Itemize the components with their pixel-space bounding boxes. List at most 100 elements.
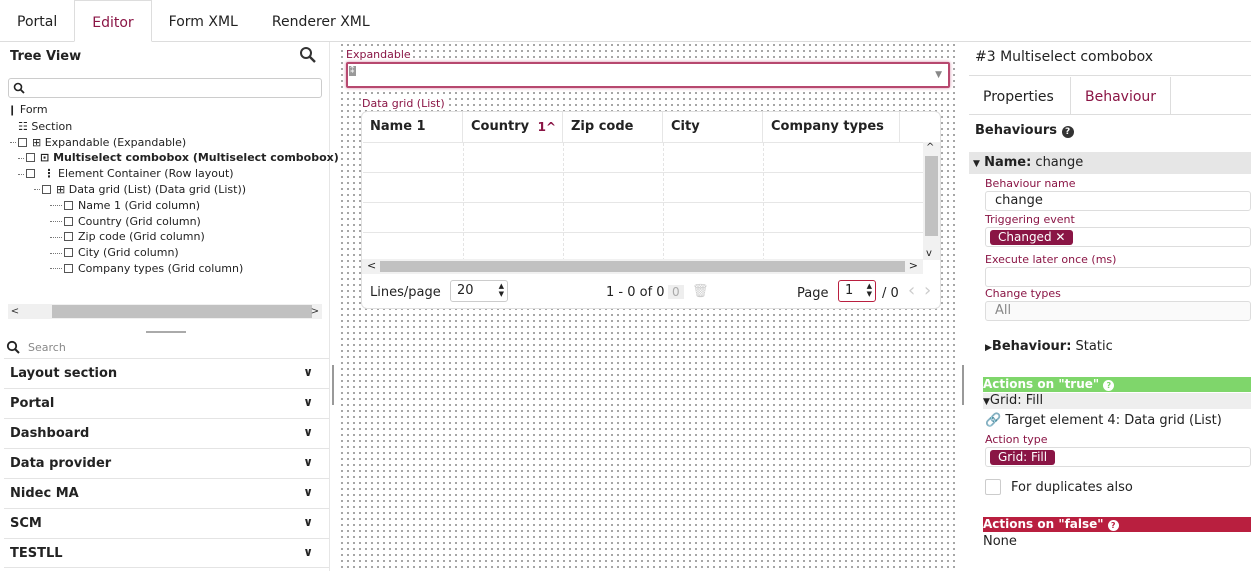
tab-portal[interactable]: Portal <box>0 0 74 42</box>
search-icon[interactable] <box>299 46 317 64</box>
triggering-event-select[interactable]: Changed ✕ <box>985 227 1251 247</box>
node-box-icon <box>26 153 35 163</box>
tree-node-zip[interactable]: Zip code (Grid column) <box>8 229 328 245</box>
lines-per-page-input[interactable]: 20 ▲ ▼ <box>450 280 508 302</box>
chevron-down-icon: ∨ <box>303 485 313 499</box>
behaviour-name-header[interactable]: ▼ Name: change <box>969 152 1251 174</box>
scroll-thumb[interactable] <box>380 261 905 272</box>
tree-view-title: Tree View <box>10 49 82 64</box>
tab-form-xml[interactable]: Form XML <box>152 0 255 42</box>
collapse-icon[interactable] <box>18 137 27 147</box>
tab-properties[interactable]: Properties <box>969 77 1068 114</box>
scroll-right-icon[interactable]: > <box>909 259 918 272</box>
help-icon[interactable]: ? <box>1061 126 1074 138</box>
panel-resize-grip[interactable] <box>146 331 186 333</box>
stepper-icon[interactable]: ▲ ▼ <box>867 282 872 298</box>
library-section-layout[interactable]: Layout section ∨ <box>4 358 329 388</box>
behaviours-title: Behaviours ? <box>975 123 1074 138</box>
tree-search-input[interactable] <box>8 78 322 98</box>
table-row[interactable] <box>363 202 926 232</box>
grid-horizontal-scrollbar[interactable]: < > <box>362 259 923 274</box>
node-box-icon <box>64 263 73 273</box>
chevron-down-icon: ∨ <box>303 545 313 559</box>
tree-node-city[interactable]: City (Grid column) <box>8 245 328 261</box>
tree-node-name1[interactable]: Name 1 (Grid column) <box>8 198 328 214</box>
column-header-name1[interactable]: Name 1 <box>362 112 463 142</box>
tree-node-country[interactable]: Country (Grid column) <box>8 214 328 230</box>
library-section-data-provider[interactable]: Data provider ∨ <box>4 448 329 478</box>
library-section-testll[interactable]: TESTLL ∨ <box>4 538 329 568</box>
column-header-country[interactable]: Country 1^ <box>463 112 563 142</box>
scroll-thumb[interactable] <box>52 305 312 318</box>
tree-node-company-types[interactable]: Company types (Grid column) <box>8 261 328 277</box>
chevron-down-icon: ∨ <box>303 515 313 529</box>
node-box-icon <box>64 200 73 210</box>
search-icon <box>13 82 25 94</box>
splitter-right[interactable] <box>962 365 964 405</box>
action-type-chip[interactable]: Grid: Fill <box>990 450 1056 465</box>
column-header-zip[interactable]: Zip code <box>563 112 663 142</box>
scroll-left-icon[interactable]: < <box>367 259 376 272</box>
table-row[interactable] <box>363 232 926 262</box>
column-header-company-types[interactable]: Company types <box>763 112 900 142</box>
library-search[interactable]: Search <box>4 338 329 358</box>
library-section-scm[interactable]: SCM ∨ <box>4 508 329 538</box>
table-row[interactable] <box>363 172 926 202</box>
library-section-portal[interactable]: Portal ∨ <box>4 388 329 418</box>
behaviour-name-label: Behaviour name <box>985 177 1076 190</box>
tree-node-element-container[interactable]: ⋮ Element Container (Row layout) <box>8 166 328 182</box>
library-section-nidec[interactable]: Nidec MA ∨ <box>4 478 329 508</box>
execute-later-input[interactable] <box>985 267 1251 287</box>
caret-right-icon: ▶ <box>985 343 992 353</box>
tree-node-form[interactable]: ❙ Form <box>8 102 328 119</box>
drag-handle-icon[interactable]: ⁑ <box>349 66 356 76</box>
scroll-thumb[interactable] <box>925 156 938 236</box>
selected-count-badge: 0 <box>668 285 684 299</box>
prev-page-icon[interactable]: ‹ <box>908 280 915 301</box>
help-icon[interactable]: ? <box>1103 380 1115 391</box>
action-type-label: Action type <box>985 433 1048 446</box>
tab-renderer-xml[interactable]: Renderer XML <box>255 0 387 42</box>
tab-behaviour[interactable]: Behaviour <box>1070 77 1172 114</box>
scroll-left-icon[interactable]: < <box>8 304 22 319</box>
grid-fill-header[interactable]: ▼Grid: Fill <box>983 393 1251 409</box>
grid-vertical-scrollbar[interactable]: ^ v <box>923 142 940 260</box>
collapse-icon[interactable] <box>26 169 35 179</box>
link-icon: 🔗 <box>985 413 1002 428</box>
scroll-right-icon[interactable]: > <box>308 304 322 319</box>
behaviour-name-input[interactable]: change <box>985 191 1251 211</box>
help-icon[interactable]: ? <box>1107 520 1119 531</box>
tree-node-multiselect[interactable]: ⊡ Multiselect combobox (Multiselect comb… <box>8 150 339 166</box>
collapse-icon[interactable] <box>42 184 51 194</box>
page-input[interactable]: 1 ▲ ▼ <box>838 280 876 302</box>
tree-horizontal-scrollbar[interactable]: < > <box>8 304 322 319</box>
tab-editor[interactable]: Editor <box>74 0 152 42</box>
table-icon: ☷ <box>18 119 28 133</box>
chevron-down-icon: ∨ <box>303 455 313 469</box>
tree-node-data-grid[interactable]: ⊞ Data grid (List) (Data grid (List)) <box>8 182 328 198</box>
library-section-dashboard[interactable]: Dashboard ∨ <box>4 418 329 448</box>
target-element[interactable]: 🔗 Target element 4: Data grid (List) <box>985 413 1222 428</box>
scroll-down-icon[interactable]: v <box>926 248 932 259</box>
next-page-icon[interactable]: › <box>924 280 931 301</box>
duplicates-label: For duplicates also <box>1011 480 1133 495</box>
stepper-icon[interactable]: ▲ ▼ <box>499 282 504 298</box>
multiselect-combobox[interactable]: ⁑ ▼ <box>346 62 950 88</box>
action-type-select[interactable]: Grid: Fill <box>985 447 1251 467</box>
tree-node-section[interactable]: ☷ Section <box>8 119 328 135</box>
column-header-city[interactable]: City <box>663 112 763 142</box>
duplicates-checkbox[interactable] <box>985 479 1001 495</box>
column-divider <box>463 143 464 261</box>
sort-ascending-icon[interactable]: 1^ <box>538 112 556 142</box>
event-chip[interactable]: Changed ✕ <box>990 230 1074 245</box>
change-types-select[interactable]: All <box>985 301 1251 321</box>
behaviour-type-header[interactable]: ▶Behaviour: Static <box>985 339 1113 354</box>
table-row[interactable] <box>363 142 926 172</box>
tree-node-expandable[interactable]: ⊞ Expandable (Expandable) <box>8 135 328 151</box>
splitter-left[interactable] <box>332 365 334 405</box>
chevron-down-icon: ∨ <box>303 365 313 379</box>
scroll-up-icon[interactable]: ^ <box>926 142 934 153</box>
column-divider <box>563 143 564 261</box>
trash-icon[interactable]: 🗑 <box>692 284 709 299</box>
dropdown-arrow-icon[interactable]: ▼ <box>935 70 942 80</box>
